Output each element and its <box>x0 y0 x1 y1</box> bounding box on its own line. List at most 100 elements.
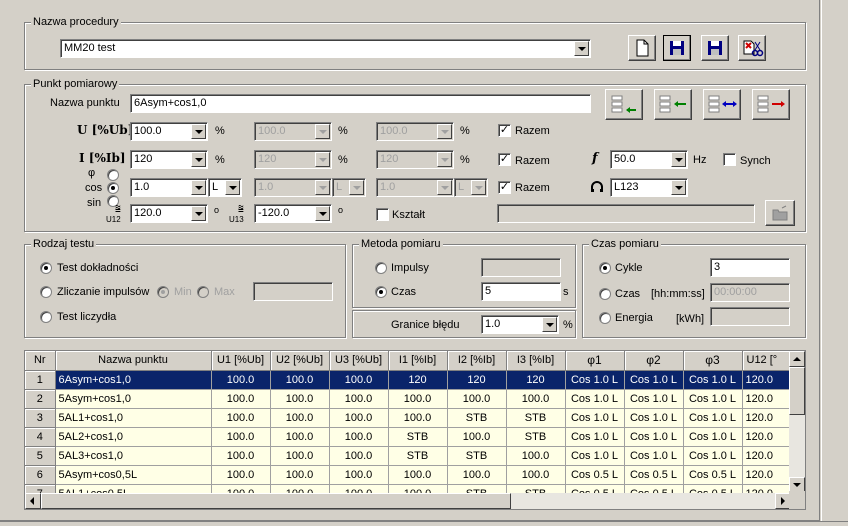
cell-u1[interactable]: 100.0 <box>211 427 271 447</box>
cell-phi2[interactable]: Cos 1.0 L <box>624 408 684 428</box>
i3-select[interactable]: 120 <box>376 150 454 169</box>
cell-nr[interactable]: 5 <box>25 446 56 466</box>
cell-u1[interactable]: 100.0 <box>211 465 271 485</box>
table-row[interactable]: 2 5Asym+cos1,0 100.0 100.0 100.0 100.0 100.0 10… <box>25 389 802 409</box>
cell-u1[interactable]: 100.0 <box>211 370 271 390</box>
col-header-i1[interactable]: I1 [%Ib] <box>388 351 448 371</box>
save-procedure-button[interactable] <box>663 35 691 61</box>
horizontal-scroll-thumb[interactable] <box>41 493 511 509</box>
col-header-name[interactable]: Nazwa punktu <box>55 351 212 371</box>
cell-i3[interactable]: 100.0 <box>506 465 566 485</box>
table-row[interactable]: 6 5Asym+cos0,5L 100.0 100.0 100.0 100.0 100.0 1… <box>25 465 802 485</box>
add-point-button[interactable] <box>654 89 692 120</box>
cell-u3[interactable]: 100.0 <box>329 408 389 428</box>
col-header-u1[interactable]: U1 [%Ub] <box>211 351 271 371</box>
chevron-down-icon[interactable] <box>437 180 452 195</box>
chevron-down-icon[interactable] <box>315 124 330 139</box>
max-radio[interactable] <box>197 286 209 298</box>
error-limit-select[interactable]: 1.0 <box>481 315 559 334</box>
cell-name[interactable]: 5Asym+cos0,5L <box>55 465 212 485</box>
cell-phi2[interactable]: Cos 1.0 L <box>624 389 684 409</box>
chevron-down-icon[interactable] <box>225 180 240 195</box>
col-header-i3[interactable]: I3 [%Ib] <box>506 351 566 371</box>
chevron-down-icon[interactable] <box>315 180 330 195</box>
cell-u3[interactable]: 100.0 <box>329 446 389 466</box>
cycles-radio[interactable] <box>599 262 611 274</box>
chevron-down-icon[interactable] <box>574 41 589 56</box>
cell-phi3[interactable]: Cos 1.0 L <box>683 389 743 409</box>
pulse-count-radio[interactable] <box>40 286 52 298</box>
cell-phi2[interactable]: Cos 1.0 L <box>624 446 684 466</box>
chevron-down-icon[interactable] <box>349 180 364 195</box>
chevron-down-icon[interactable] <box>191 206 206 221</box>
delete-procedure-button[interactable] <box>738 35 766 61</box>
cell-i2[interactable]: 100.0 <box>447 427 507 447</box>
chevron-down-icon[interactable] <box>191 152 206 167</box>
cell-phi1[interactable]: Cos 1.0 L <box>565 370 625 390</box>
cell-phi3[interactable]: Cos 1.0 L <box>683 446 743 466</box>
cell-u1[interactable]: 100.0 <box>211 389 271 409</box>
cell-i3[interactable]: 100.0 <box>506 446 566 466</box>
col-header-u2[interactable]: U2 [%Ub] <box>270 351 330 371</box>
col-header-phi2[interactable]: φ2 <box>624 351 684 371</box>
cos2-select[interactable]: 1.0 <box>254 178 332 197</box>
scroll-up-arrow-icon[interactable] <box>789 351 805 367</box>
col-header-phi1[interactable]: φ1 <box>565 351 625 371</box>
remove-point-button[interactable] <box>752 89 790 120</box>
accuracy-test-radio[interactable] <box>40 262 52 274</box>
cell-u2[interactable]: 100.0 <box>270 446 330 466</box>
cos1-select[interactable]: 1.0 <box>130 178 208 197</box>
vertical-scroll-thumb[interactable] <box>789 367 805 415</box>
cell-nr[interactable]: 4 <box>25 427 56 447</box>
phi-radio[interactable] <box>107 169 119 181</box>
cell-phi2[interactable]: Cos 1.0 L <box>624 370 684 390</box>
cell-phi1[interactable]: Cos 1.0 L <box>565 408 625 428</box>
u2-select[interactable]: 100.0 <box>254 122 332 141</box>
cell-name[interactable]: 6Asym+cos1,0 <box>55 370 212 390</box>
point-name-input[interactable]: 6Asym+cos1,0 <box>130 94 591 113</box>
time-method-input[interactable]: 5 <box>481 282 561 301</box>
cell-name[interactable]: 5AL3+cos1,0 <box>55 446 212 466</box>
cell-nr[interactable]: 6 <box>25 465 56 485</box>
cell-u1[interactable]: 100.0 <box>211 408 271 428</box>
time-method-radio[interactable] <box>375 286 387 298</box>
chevron-down-icon[interactable] <box>437 152 452 167</box>
cell-i1[interactable]: STB <box>388 427 448 447</box>
cell-u2[interactable]: 100.0 <box>270 427 330 447</box>
table-row[interactable]: 5 5AL3+cos1,0 100.0 100.0 100.0 STB STB 100.0 Co… <box>25 446 802 466</box>
cell-nr[interactable]: 3 <box>25 408 56 428</box>
cos-radio[interactable] <box>107 182 119 194</box>
cell-i1[interactable]: 100.0 <box>388 389 448 409</box>
cell-i2[interactable]: 100.0 <box>447 389 507 409</box>
cell-i3[interactable]: 120 <box>506 370 566 390</box>
cell-i1[interactable]: 100.0 <box>388 465 448 485</box>
cell-i1[interactable]: STB <box>388 446 448 466</box>
cell-u3[interactable]: 100.0 <box>329 370 389 390</box>
cell-i3[interactable]: 100.0 <box>506 389 566 409</box>
chevron-down-icon[interactable] <box>671 152 686 167</box>
i1-select[interactable]: 120 <box>130 150 208 169</box>
cell-u1[interactable]: 100.0 <box>211 446 271 466</box>
cell-name[interactable]: 5AL2+cos1,0 <box>55 427 212 447</box>
cell-nr[interactable]: 1 <box>25 370 56 390</box>
energy-input[interactable] <box>710 307 790 326</box>
cell-i2[interactable]: 120 <box>447 370 507 390</box>
frequency-select[interactable]: 50.0 <box>610 150 688 169</box>
swap-point-button[interactable] <box>703 89 741 120</box>
cell-phi1[interactable]: Cos 1.0 L <box>565 446 625 466</box>
cell-phi3[interactable]: Cos 1.0 L <box>683 427 743 447</box>
cell-i3[interactable]: STB <box>506 408 566 428</box>
min-radio[interactable] <box>157 286 169 298</box>
pulses-method-field[interactable] <box>481 258 561 277</box>
cell-phi3[interactable]: Cos 1.0 L <box>683 370 743 390</box>
cell-i2[interactable]: STB <box>447 446 507 466</box>
chevron-down-icon[interactable] <box>471 180 486 195</box>
angle-u13-select[interactable]: -120.0 <box>254 204 332 223</box>
table-row[interactable]: 4 5AL2+cos1,0 100.0 100.0 100.0 STB 100.0 STB Co… <box>25 427 802 447</box>
pulses-method-radio[interactable] <box>375 262 387 274</box>
phase-sequence-select[interactable]: L123 <box>610 178 688 197</box>
lc1-select[interactable]: L <box>208 178 242 197</box>
time-input[interactable]: 00:00:00 <box>710 283 790 302</box>
cell-u2[interactable]: 100.0 <box>270 408 330 428</box>
cell-phi2[interactable]: Cos 1.0 L <box>624 427 684 447</box>
